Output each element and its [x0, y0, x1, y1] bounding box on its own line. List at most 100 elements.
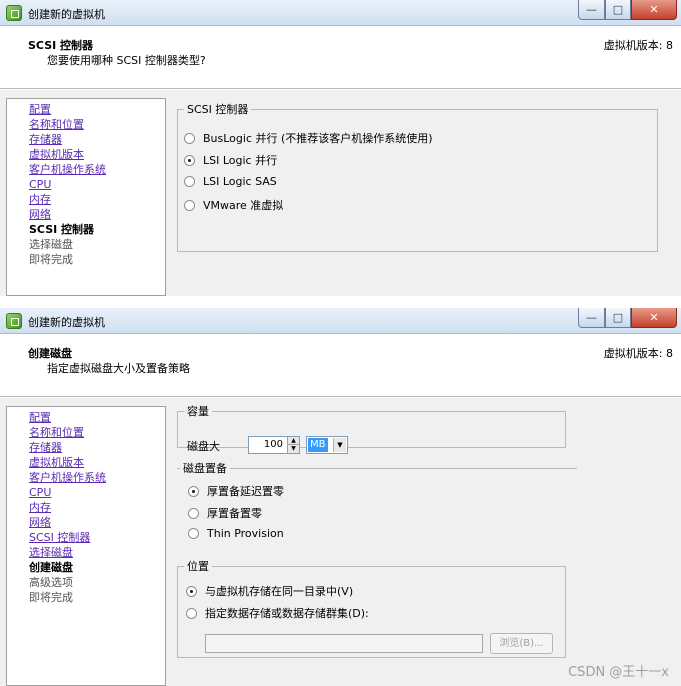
capacity-group: 容量 磁盘大 100 ▲ ▼ MB ▼: [177, 403, 566, 454]
nav-step-memory[interactable]: 内存: [29, 500, 165, 515]
option-thick-lazy-zeroed-label: 厚置备延迟置零: [207, 485, 284, 498]
radio-buslogic[interactable]: [184, 132, 195, 144]
disk-size-unit-select[interactable]: MB ▼: [306, 436, 348, 454]
vsphere-app-icon: [6, 313, 22, 329]
wizard-step-list: 配置 名称和位置 存储器 虚拟机版本 客户机操作系统 CPU 内存 网络 SCS…: [6, 98, 166, 296]
option-same-directory-label: 与虚拟机存储在同一目录中(V): [205, 585, 354, 598]
nav-step-scsi-controller: SCSI 控制器: [29, 223, 95, 236]
datastore-path-input[interactable]: [205, 634, 483, 653]
nav-step-ready-to-complete: 即将完成: [29, 591, 73, 604]
radio-lsi-logic-sas[interactable]: [184, 176, 195, 187]
wizard-header: 创建磁盘 指定虚拟磁盘大小及置备策略 虚拟机版本: 8: [0, 335, 681, 397]
scsi-controller-group-title: SCSI 控制器: [187, 103, 249, 116]
radio-specify-datastore[interactable]: [186, 607, 197, 619]
minimize-button[interactable]: —: [578, 0, 605, 20]
maximize-icon: □: [612, 311, 624, 324]
nav-step-vm-version[interactable]: 虚拟机版本: [29, 147, 165, 162]
disk-size-value[interactable]: 100: [264, 439, 283, 450]
wizard-body: 配置 名称和位置 存储器 虚拟机版本 客户机操作系统 CPU 内存 网络 SCS…: [0, 398, 681, 686]
nav-step-storage[interactable]: 存储器: [29, 440, 165, 455]
disk-size-spinner[interactable]: 100 ▲ ▼: [248, 436, 300, 454]
title-bar: 创建新的虚拟机 — □ ✕: [0, 308, 681, 334]
nav-step-select-disk: 选择磁盘: [29, 238, 73, 251]
nav-step-network[interactable]: 网络: [29, 207, 165, 222]
nav-step-configuration[interactable]: 配置: [29, 410, 165, 425]
option-same-directory[interactable]: 与虚拟机存储在同一目录中(V): [186, 583, 353, 599]
nav-step-cpu[interactable]: CPU: [29, 177, 165, 192]
maximize-icon: □: [612, 3, 624, 16]
option-buslogic[interactable]: BusLogic 并行 (不推荐该客户机操作系统使用): [184, 130, 433, 146]
option-buslogic-label: BusLogic 并行 (不推荐该客户机操作系统使用): [203, 132, 433, 145]
option-thin-provision-label: Thin Provision: [207, 527, 284, 540]
option-specify-datastore-label: 指定数据存储或数据存储群集(D):: [205, 607, 369, 620]
option-thick-eager-zeroed-label: 厚置备置零: [207, 507, 262, 520]
minimize-icon: —: [586, 3, 597, 16]
option-thin-provision[interactable]: Thin Provision: [188, 527, 284, 540]
window-title: 创建新的虚拟机: [28, 316, 105, 329]
new-vm-wizard-window-1: 创建新的虚拟机 — □ ✕ SCSI 控制器 您要使用哪种 SCSI 控制器类型…: [0, 0, 681, 296]
disk-size-label: 磁盘大: [187, 440, 220, 453]
vm-version-label: 虚拟机版本: 8: [603, 39, 673, 52]
disk-provisioning-group-title: 磁盘置备: [183, 462, 227, 475]
watermark: CSDN @王十一x: [568, 665, 669, 680]
wizard-body: 配置 名称和位置 存储器 虚拟机版本 客户机操作系统 CPU 内存 网络 SCS…: [0, 90, 681, 296]
option-lsi-logic-parallel-label: LSI Logic 并行: [203, 154, 278, 167]
nav-step-storage[interactable]: 存储器: [29, 132, 165, 147]
dropdown-arrow-icon[interactable]: ▼: [333, 438, 346, 452]
nav-step-name-location[interactable]: 名称和位置: [29, 425, 165, 440]
close-button[interactable]: ✕: [631, 0, 677, 20]
nav-step-configuration[interactable]: 配置: [29, 102, 165, 117]
step-subtitle: 指定虚拟磁盘大小及置备策略: [47, 362, 190, 375]
nav-step-select-disk[interactable]: 选择磁盘: [29, 545, 165, 560]
option-vmware-paravirtual-label: VMware 准虚拟: [203, 199, 284, 212]
radio-same-directory[interactable]: [186, 585, 197, 597]
option-lsi-logic-parallel[interactable]: LSI Logic 并行: [184, 152, 277, 168]
capacity-group-title: 容量: [187, 405, 209, 418]
nav-step-advanced-options: 高级选项: [29, 576, 73, 589]
maximize-button[interactable]: □: [605, 0, 631, 20]
nav-step-guest-os[interactable]: 客户机操作系统: [29, 470, 165, 485]
disk-provisioning-group: 磁盘置备: [177, 460, 577, 476]
close-icon: ✕: [649, 311, 659, 324]
browse-button[interactable]: 浏览(B)...: [490, 633, 553, 654]
step-subtitle: 您要使用哪种 SCSI 控制器类型?: [47, 54, 206, 67]
vm-version-label: 虚拟机版本: 8: [603, 347, 673, 360]
wizard-step-list: 配置 名称和位置 存储器 虚拟机版本 客户机操作系统 CPU 内存 网络 SCS…: [6, 406, 166, 686]
nav-step-scsi-controller[interactable]: SCSI 控制器: [29, 530, 165, 545]
title-bar: 创建新的虚拟机 — □ ✕: [0, 0, 681, 26]
radio-thick-eager-zeroed[interactable]: [188, 507, 199, 519]
minimize-icon: —: [586, 311, 597, 324]
new-vm-wizard-window-2: 创建新的虚拟机 — □ ✕ 创建磁盘 指定虚拟磁盘大小及置备策略 虚拟机版本: …: [0, 308, 681, 686]
option-lsi-logic-sas-label: LSI Logic SAS: [203, 175, 277, 188]
step-title: 创建磁盘: [28, 347, 72, 360]
radio-thin-provision[interactable]: [188, 528, 199, 539]
option-vmware-paravirtual[interactable]: VMware 准虚拟: [184, 197, 283, 213]
nav-step-name-location[interactable]: 名称和位置: [29, 117, 165, 132]
minimize-button[interactable]: —: [578, 308, 605, 328]
vsphere-app-icon: [6, 5, 22, 21]
nav-step-guest-os[interactable]: 客户机操作系统: [29, 162, 165, 177]
disk-size-unit-value[interactable]: MB: [308, 438, 328, 452]
nav-step-cpu[interactable]: CPU: [29, 485, 165, 500]
nav-step-ready-to-complete: 即将完成: [29, 253, 73, 266]
nav-step-vm-version[interactable]: 虚拟机版本: [29, 455, 165, 470]
nav-step-network[interactable]: 网络: [29, 515, 165, 530]
option-lsi-logic-sas[interactable]: LSI Logic SAS: [184, 175, 277, 188]
close-button[interactable]: ✕: [631, 308, 677, 328]
window-title: 创建新的虚拟机: [28, 8, 105, 21]
wizard-header: SCSI 控制器 您要使用哪种 SCSI 控制器类型? 虚拟机版本: 8: [0, 27, 681, 89]
radio-lsi-logic-parallel[interactable]: [184, 154, 195, 166]
close-icon: ✕: [649, 3, 659, 16]
maximize-button[interactable]: □: [605, 308, 631, 328]
location-group-title: 位置: [187, 560, 209, 573]
radio-thick-lazy-zeroed[interactable]: [188, 485, 199, 497]
spin-down-icon[interactable]: ▼: [287, 445, 299, 453]
step-title: SCSI 控制器: [28, 39, 94, 52]
nav-step-memory[interactable]: 内存: [29, 192, 165, 207]
nav-step-create-disk: 创建磁盘: [29, 561, 73, 574]
spin-up-icon[interactable]: ▲: [287, 437, 299, 445]
option-thick-lazy-zeroed[interactable]: 厚置备延迟置零: [188, 483, 284, 499]
option-thick-eager-zeroed[interactable]: 厚置备置零: [188, 505, 262, 521]
option-specify-datastore[interactable]: 指定数据存储或数据存储群集(D):: [186, 605, 369, 621]
radio-vmware-paravirtual[interactable]: [184, 199, 195, 211]
